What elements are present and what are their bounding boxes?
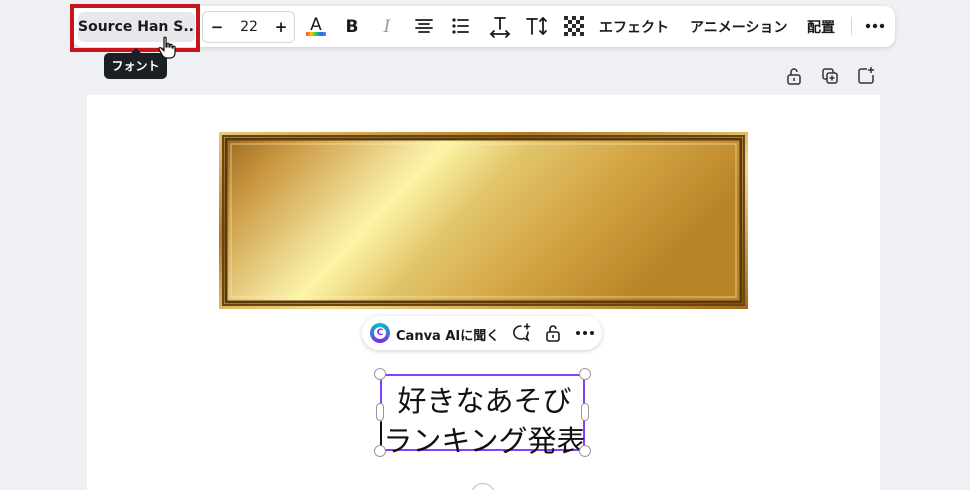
transparency-icon[interactable] [561, 13, 587, 39]
font-size-input[interactable]: 22 [231, 12, 267, 42]
lock-element-icon[interactable] [542, 322, 564, 344]
resize-handle-right[interactable] [581, 403, 589, 421]
ask-canva-ai-button[interactable]: Canva AIに聞く [396, 325, 499, 344]
position-button[interactable]: 配置 [807, 17, 835, 37]
decrease-font-size-button[interactable]: − [205, 12, 229, 42]
svg-text:B: B [346, 17, 359, 37]
animate-button[interactable]: アニメーション [690, 17, 787, 37]
align-center-icon[interactable] [411, 13, 437, 39]
text-line-1[interactable]: 好きなあそび [382, 378, 587, 420]
letter-spacing-icon[interactable] [487, 13, 513, 39]
resize-handle-top-right[interactable] [579, 368, 591, 380]
lock-icon[interactable] [784, 66, 804, 86]
duplicate-page-icon[interactable] [820, 66, 840, 86]
canva-ai-logo-icon[interactable]: C [370, 323, 390, 343]
resize-handle-top-left[interactable] [374, 368, 386, 380]
gold-frame-image[interactable] [219, 132, 748, 309]
selected-text-element[interactable]: 好きなあそび ランキング発表 [380, 374, 587, 458]
more-icon[interactable] [862, 13, 888, 39]
add-page-icon[interactable] [856, 66, 876, 86]
increase-font-size-button[interactable]: + [269, 12, 293, 42]
font-size-stepper: − 22 + [202, 11, 295, 43]
highlight-annotation [70, 4, 200, 52]
line-height-icon[interactable] [524, 13, 550, 39]
canva-ai-logo-letter: C [374, 327, 386, 339]
resize-handle-left[interactable] [376, 403, 384, 421]
comment-add-icon[interactable] [510, 322, 532, 344]
toolbar-divider [851, 17, 852, 35]
resize-handle-bottom-right[interactable] [579, 445, 591, 457]
text-line-2[interactable]: ランキング発表 [382, 418, 587, 460]
more-options-icon[interactable] [574, 322, 596, 344]
effects-button[interactable]: エフェクト [599, 17, 669, 37]
text-color-icon[interactable]: A [303, 13, 329, 39]
italic-icon[interactable]: I [374, 13, 400, 39]
hand-cursor-icon [158, 36, 176, 60]
bold-icon[interactable]: B [339, 13, 365, 39]
svg-text:I: I [383, 17, 391, 37]
ask-canva-ai-bar: C Canva AIに聞く [362, 316, 602, 350]
resize-handle-bottom-left[interactable] [374, 445, 386, 457]
list-icon[interactable] [447, 13, 473, 39]
